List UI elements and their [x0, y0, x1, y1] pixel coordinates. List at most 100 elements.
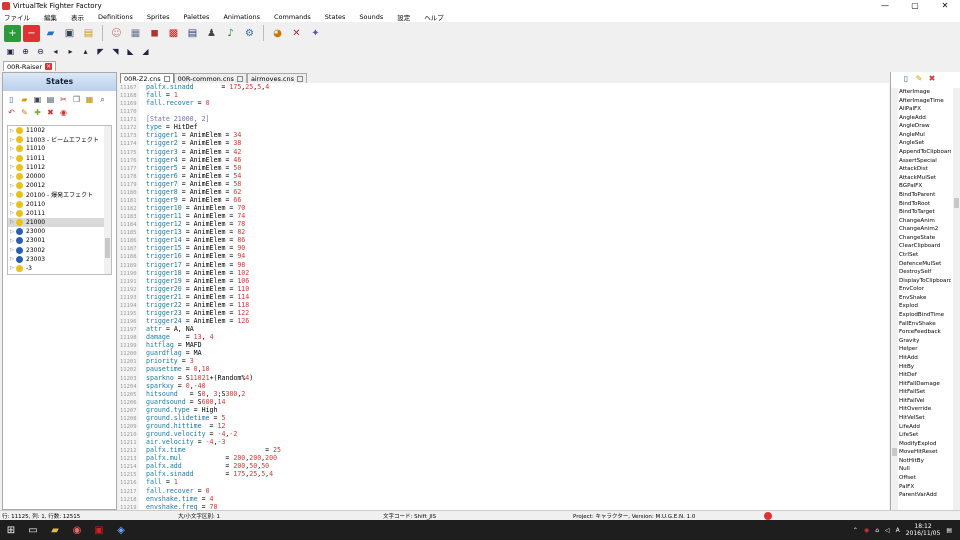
sctrl-item[interactable]: AngleAdd — [899, 114, 951, 123]
sctrl-item[interactable]: DefenceMulSet — [899, 260, 951, 269]
code-line[interactable]: 11198 damage = 13, 4 — [119, 333, 889, 341]
sctrl-item[interactable]: ClearClipboard — [899, 242, 951, 251]
tab-project[interactable]: 00R-Raiser × — [3, 61, 57, 71]
open-file-icon[interactable]: ▰ — [19, 94, 30, 105]
sctrl-item[interactable]: ChangeState — [899, 234, 951, 243]
network-icon[interactable]: ⌂ — [875, 527, 879, 534]
code-line[interactable]: 11174 trigger2 = AnimElem = 38 — [119, 139, 889, 147]
expand-icon[interactable]: ▷ — [8, 238, 16, 244]
tree-item[interactable]: ▷ 23003 — [8, 255, 111, 264]
expand-icon[interactable]: ▷ — [8, 229, 16, 235]
error-icon[interactable] — [764, 512, 772, 520]
close-tab-icon[interactable] — [296, 75, 303, 82]
zoom-out-icon[interactable]: ⊖ — [34, 45, 47, 57]
task-view-icon[interactable]: ▭ — [22, 520, 44, 540]
sctrl-item[interactable]: HitFallDamage — [899, 380, 951, 389]
point-upleft-icon[interactable]: ◤ — [94, 45, 107, 57]
code-line[interactable]: 11203 sparkno = S11021+(Random%4) — [119, 374, 889, 382]
open-folder-icon[interactable]: ▰ — [42, 25, 59, 42]
tools-icon[interactable]: ⚙ — [241, 25, 258, 42]
point-downleft-icon[interactable]: ◣ — [124, 45, 137, 57]
commands-icon[interactable]: ▤ — [184, 25, 201, 42]
code-line[interactable]: 11167 palfx.sinadd = 175,25,5,4 — [119, 83, 889, 91]
tree-item[interactable]: ▷ 20100 - 爆発エフェクト — [8, 190, 111, 199]
palette-icon[interactable]: ◕ — [269, 25, 286, 42]
code-line[interactable]: 11209 ground.hittime = 12 — [119, 422, 889, 430]
explorer-icon[interactable]: ▰ — [44, 520, 66, 540]
zoom-in-icon[interactable]: ⊕ — [19, 45, 32, 57]
cut-icon[interactable]: ✂ — [58, 94, 69, 105]
sctrl-item[interactable]: NotHitBy — [899, 457, 951, 466]
sctrl-item[interactable]: Gravity — [899, 337, 951, 346]
paste-icon[interactable]: ▦ — [84, 94, 95, 105]
sctrl-item[interactable]: HitAdd — [899, 354, 951, 363]
sctrl-item[interactable]: ChangeAnim — [899, 217, 951, 226]
code-line[interactable]: 11214 palfx.add = 200,50,50 — [119, 462, 889, 470]
menu-commands[interactable]: Commands — [274, 13, 311, 21]
code-line[interactable]: 11183 trigger11 = AnimElem = 74 — [119, 212, 889, 220]
add-controller-icon[interactable]: ✚ — [32, 107, 43, 118]
code-line[interactable]: 11173 trigger1 = AnimElem = 34 — [119, 131, 889, 139]
edit-icon[interactable]: ✎ — [914, 74, 924, 84]
code-line[interactable]: 11194 trigger22 = AnimElem = 118 — [119, 301, 889, 309]
tree-item[interactable]: ▷ 20000 — [8, 172, 111, 181]
tree-item[interactable]: ▷ 11010 — [8, 144, 111, 153]
sctrl-item[interactable]: BindToParent — [899, 191, 951, 200]
code-line[interactable]: 11204 sparkxy = 0,-40 — [119, 382, 889, 390]
find-icon[interactable]: ⌕ — [97, 94, 108, 105]
sounds-icon[interactable]: ♪ — [222, 25, 239, 42]
app-icon[interactable]: ◈ — [110, 520, 132, 540]
menu-palettes[interactable]: Palettes — [184, 13, 210, 21]
sctrl-item[interactable]: HitFallVel — [899, 397, 951, 406]
tray-app-icon[interactable]: ◉ — [864, 527, 869, 534]
menu-file[interactable]: ファイル — [4, 12, 30, 22]
new-file-icon[interactable]: ▯ — [6, 94, 17, 105]
sctrl-item[interactable]: LifeSet — [899, 431, 951, 440]
code-line[interactable]: 11216 fall = 1 — [119, 478, 889, 486]
sctrl-scrollbar[interactable] — [953, 88, 960, 510]
tree-item[interactable]: ▷ -3 — [8, 264, 111, 273]
code-line[interactable]: 11170 — [119, 107, 889, 115]
sctrl-item[interactable]: PalFX — [899, 483, 951, 492]
palettes-icon[interactable]: ◼ — [146, 25, 163, 42]
sctrl-item[interactable]: HitFallSet — [899, 388, 951, 397]
characters-icon[interactable]: ☺ — [108, 25, 125, 42]
ime-icon[interactable]: A — [896, 527, 900, 534]
sctrl-left-scrollbar[interactable] — [891, 88, 898, 510]
sctrl-item[interactable]: Null — [899, 465, 951, 474]
sctrl-item[interactable]: DestroySelf — [899, 268, 951, 277]
code-line[interactable]: 11171 [State 21000, 2] — [119, 115, 889, 123]
code-line[interactable]: 11206 guardsound = S600,14 — [119, 398, 889, 406]
scroll-thumb[interactable] — [892, 448, 897, 456]
sctrl-item[interactable]: AngleDraw — [899, 122, 951, 131]
sctrl-item[interactable]: AttackMulSet — [899, 174, 951, 183]
save-file-icon[interactable]: ▣ — [32, 94, 43, 105]
tree-scrollbar[interactable] — [104, 126, 111, 274]
undo-icon[interactable]: ↶ — [6, 107, 17, 118]
tree-item[interactable]: ▷ 11012 — [8, 163, 111, 172]
start-icon[interactable]: ⊞ — [0, 520, 22, 540]
point-upright-icon[interactable]: ◥ — [109, 45, 122, 57]
tree-item[interactable]: ▷ 11003 - ビームエフェクト — [8, 135, 111, 144]
sctrl-item[interactable]: BGPalFX — [899, 182, 951, 191]
code-line[interactable]: 11208 ground.slidetime = 5 — [119, 414, 889, 422]
save-icon[interactable]: ▣ — [61, 25, 78, 42]
code-line[interactable]: 11211 air.velocity = -4,-3 — [119, 438, 889, 446]
sctrl-item[interactable]: EnvShake — [899, 294, 951, 303]
code-line[interactable]: 11205 hitsound = S0, 3;S300,2 — [119, 390, 889, 398]
point-downright-icon[interactable]: ◢ — [139, 45, 152, 57]
lock-icon[interactable]: ▤ — [80, 25, 97, 42]
sctrl-item[interactable]: CtrlSet — [899, 251, 951, 260]
point-right-icon[interactable]: ▸ — [64, 45, 77, 57]
states-icon[interactable]: ♟ — [203, 25, 220, 42]
code-line[interactable]: 11189 trigger17 = AnimElem = 98 — [119, 261, 889, 269]
code-line[interactable]: 11200 guardflag = MA — [119, 349, 889, 357]
sctrl-item[interactable]: HitDef — [899, 371, 951, 380]
code-line[interactable]: 11177 trigger5 = AnimElem = 50 — [119, 164, 889, 172]
fighter-factory-icon[interactable]: ▣ — [88, 520, 110, 540]
expand-icon[interactable]: ▷ — [8, 210, 16, 216]
expand-icon[interactable]: ▷ — [8, 265, 16, 271]
sctrl-item[interactable]: ParentVarAdd — [899, 491, 951, 500]
point-up-icon[interactable]: ▴ — [79, 45, 92, 57]
menu-states[interactable]: States — [325, 13, 346, 21]
